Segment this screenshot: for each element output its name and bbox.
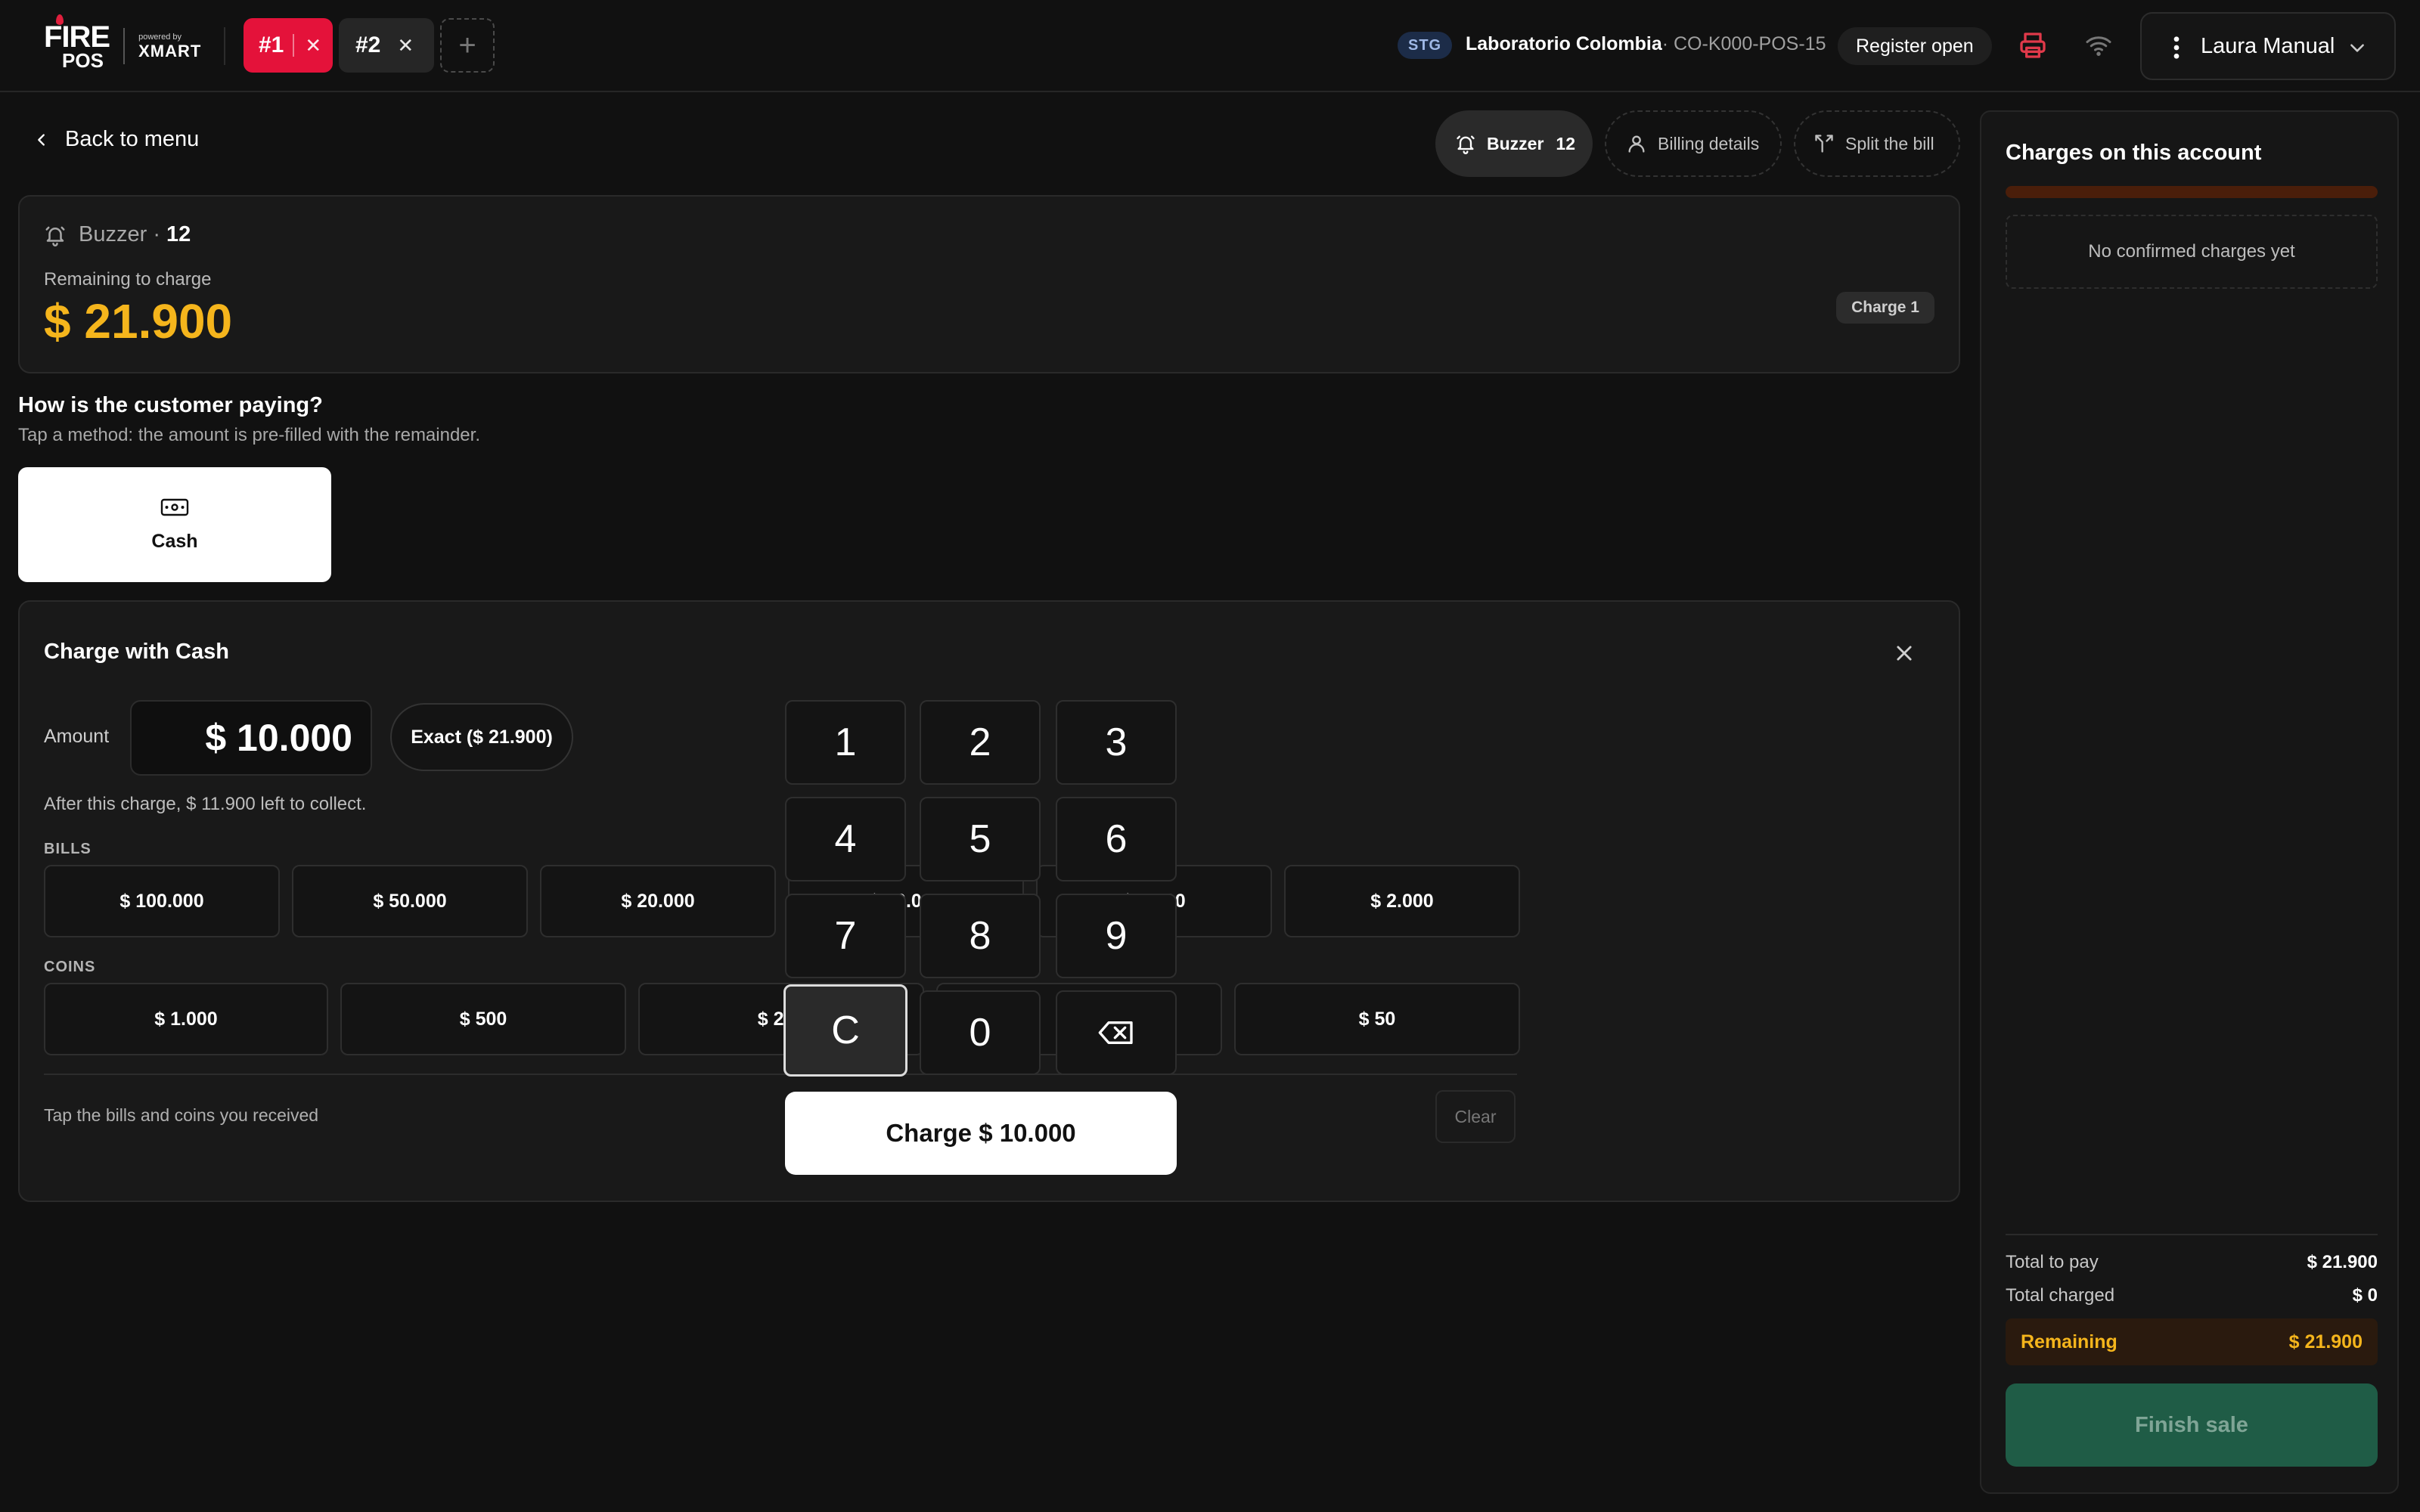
keypad-backspace-key[interactable] bbox=[1056, 990, 1177, 1075]
add-tab-button[interactable]: + bbox=[440, 18, 495, 73]
finish-sale-button[interactable]: Finish sale bbox=[2006, 1383, 2378, 1467]
amount-label: Amount bbox=[44, 726, 110, 747]
bell-icon bbox=[1457, 135, 1475, 154]
chevron-left-icon bbox=[38, 133, 45, 146]
flame-icon bbox=[56, 14, 64, 25]
divider bbox=[44, 1074, 1517, 1075]
powered-by-text: powered by bbox=[138, 32, 182, 42]
keypad-key-1[interactable]: 1 bbox=[785, 700, 906, 785]
user-menu[interactable]: Laura Manual bbox=[2140, 12, 2396, 80]
keypad-key-7[interactable]: 7 bbox=[785, 894, 906, 978]
bill-button-2000[interactable]: $ 2.000 bbox=[1284, 865, 1520, 937]
remaining-amount: $ 21.900 bbox=[44, 294, 233, 349]
coins-label: COINS bbox=[44, 959, 96, 975]
charge-progress-bar bbox=[2006, 186, 2378, 198]
billing-details-label: Billing details bbox=[1658, 133, 1760, 153]
back-to-menu-link[interactable]: Back to menu bbox=[33, 127, 199, 152]
keypad-key-6[interactable]: 6 bbox=[1056, 797, 1177, 881]
charge-badge: Charge 1 bbox=[1836, 292, 1934, 324]
more-vertical-icon bbox=[2173, 36, 2180, 59]
split-bill-label: Split the bill bbox=[1845, 133, 1934, 153]
buzzer-info: Buzzer · 12 bbox=[44, 222, 191, 247]
buzzer-number: 12 bbox=[166, 222, 191, 246]
bills-label: BILLS bbox=[44, 841, 92, 857]
register-status[interactable]: Register open bbox=[1838, 27, 1992, 65]
user-icon bbox=[1628, 135, 1645, 153]
exact-amount-button[interactable]: Exact ($ 21.900) bbox=[390, 703, 573, 771]
divider bbox=[2006, 1234, 2378, 1235]
remaining-label: Remaining bbox=[2021, 1331, 2118, 1352]
total-charged-value: $ 0 bbox=[2352, 1285, 2378, 1306]
charge-button[interactable]: Charge $ 10.000 bbox=[785, 1092, 1177, 1175]
total-to-pay-value: $ 21.900 bbox=[2307, 1252, 2378, 1272]
billing-details-button[interactable]: Billing details bbox=[1605, 110, 1782, 177]
close-icon[interactable] bbox=[1894, 643, 1915, 664]
store-info: Laboratorio Colombia · CO-K000-POS-15 bbox=[1466, 33, 1826, 55]
logo-fire-text: FIRE bbox=[44, 20, 110, 54]
payment-hint: Tap a method: the amount is pre-filled w… bbox=[18, 425, 480, 445]
store-code: · CO-K000-POS-15 bbox=[1661, 33, 1826, 54]
tap-hint: Tap the bills and coins you received bbox=[44, 1105, 319, 1125]
store-name: Laboratorio Colombia bbox=[1466, 33, 1662, 54]
keypad-key-9[interactable]: 9 bbox=[1056, 894, 1177, 978]
remaining-value: $ 21.900 bbox=[2288, 1331, 2363, 1352]
account-panel-title: Charges on this account bbox=[2006, 141, 2262, 165]
coin-button-50[interactable]: $ 50 bbox=[1234, 983, 1520, 1055]
empty-charges-message: No confirmed charges yet bbox=[2006, 215, 2378, 289]
split-icon bbox=[1815, 135, 1833, 153]
coin-button-500[interactable]: $ 500 bbox=[340, 983, 626, 1055]
firepos-logo: FIRE POS powered by XMART bbox=[44, 14, 202, 76]
split-bill-button[interactable]: Split the bill bbox=[1794, 110, 1960, 177]
keypad-key-0[interactable]: 0 bbox=[920, 990, 1041, 1075]
printer-icon[interactable] bbox=[2018, 30, 2048, 60]
cash-method-button[interactable]: Cash bbox=[18, 467, 331, 582]
user-name: Laura Manual bbox=[2201, 33, 2335, 58]
payment-question: How is the customer paying? bbox=[18, 393, 323, 417]
environment-badge: STG bbox=[1398, 32, 1453, 59]
cash-panel-title: Charge with Cash bbox=[44, 640, 229, 664]
keypad-key-5[interactable]: 5 bbox=[920, 797, 1041, 881]
close-tab-icon[interactable]: ✕ bbox=[305, 34, 321, 57]
backspace-icon bbox=[1098, 1021, 1133, 1044]
keypad-clear-key[interactable]: C bbox=[783, 984, 908, 1077]
account-charges-panel: Charges on this account No confirmed cha… bbox=[1980, 110, 2399, 1494]
tab-label: #1 bbox=[259, 33, 284, 57]
tab-label: #2 bbox=[355, 33, 381, 57]
amount-input[interactable]: $ 10.000 bbox=[130, 700, 372, 776]
total-charged-row: Total charged $ 0 bbox=[2006, 1285, 2378, 1306]
total-to-pay-label: Total to pay bbox=[2006, 1252, 2099, 1272]
keypad-key-2[interactable]: 2 bbox=[920, 700, 1041, 785]
coin-button-1000[interactable]: $ 1.000 bbox=[44, 983, 328, 1055]
back-label: Back to menu bbox=[65, 127, 200, 151]
total-to-pay-row: Total to pay $ 21.900 bbox=[2006, 1252, 2378, 1273]
close-tab-icon[interactable]: ✕ bbox=[397, 34, 414, 57]
bill-button-100000[interactable]: $ 100.000 bbox=[44, 865, 280, 937]
order-tab-1[interactable]: #1 ✕ bbox=[244, 18, 333, 73]
remaining-label: Remaining to charge bbox=[44, 269, 212, 290]
keypad-key-3[interactable]: 3 bbox=[1056, 700, 1177, 785]
buzzer-label: Buzzer · bbox=[79, 222, 160, 246]
cash-charge-panel: Charge with Cash Amount $ 10.000 Exact (… bbox=[18, 600, 1960, 1202]
buzzer-pill-number: 12 bbox=[1556, 133, 1575, 153]
bill-button-50000[interactable]: $ 50.000 bbox=[292, 865, 528, 937]
bell-icon bbox=[45, 226, 65, 246]
wifi-icon bbox=[2086, 36, 2111, 56]
buzzer-pill-label: Buzzer bbox=[1487, 133, 1544, 153]
bill-button-20000[interactable]: $ 20.000 bbox=[540, 865, 776, 937]
cash-method-label: Cash bbox=[151, 530, 198, 552]
chevron-down-icon bbox=[2350, 44, 2364, 52]
order-tab-2[interactable]: #2 ✕ bbox=[339, 18, 434, 73]
clear-button[interactable]: Clear bbox=[1435, 1090, 1516, 1143]
top-bar: FIRE POS powered by XMART #1 ✕ #2 ✕ + ST… bbox=[0, 0, 2420, 92]
remaining-row: Remaining $ 21.900 bbox=[2006, 1318, 2378, 1365]
after-charge-text: After this charge, $ 11.900 left to coll… bbox=[44, 794, 367, 814]
logo-pos-text: POS bbox=[62, 49, 104, 72]
cash-icon bbox=[160, 498, 189, 516]
keypad-key-8[interactable]: 8 bbox=[920, 894, 1041, 978]
keypad-key-4[interactable]: 4 bbox=[785, 797, 906, 881]
remaining-summary-card: Buzzer · 12 Remaining to charge $ 21.900… bbox=[18, 195, 1960, 373]
buzzer-pill[interactable]: Buzzer 12 bbox=[1435, 110, 1593, 177]
total-charged-label: Total charged bbox=[2006, 1285, 2115, 1306]
xmart-logo: XMART bbox=[138, 41, 202, 60]
